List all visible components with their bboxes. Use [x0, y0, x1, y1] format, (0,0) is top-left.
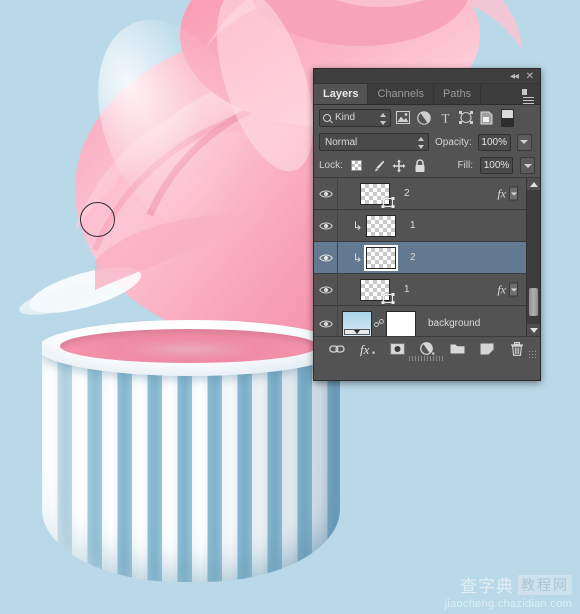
- layer-name: 2: [410, 252, 416, 263]
- tab-paths[interactable]: Paths: [434, 84, 482, 104]
- brush-cursor-icon: [80, 202, 115, 237]
- table-row[interactable]: 2 fx: [314, 178, 540, 210]
- adjustment-layer-filter-icon[interactable]: [415, 109, 433, 127]
- layer-styles-fx-icon[interactable]: fx: [359, 340, 376, 357]
- search-icon: [323, 113, 331, 122]
- layer-visibility-eye-icon[interactable]: [314, 242, 338, 273]
- chevron-updown-icon: [380, 112, 387, 125]
- layer-visibility-eye-icon[interactable]: [314, 306, 338, 336]
- watermark-chinese: 查字典: [460, 577, 514, 597]
- close-panel-icon[interactable]: ✕: [526, 70, 534, 83]
- collapse-panel-icon[interactable]: ◂◂: [510, 70, 519, 83]
- layer-effects-indicator[interactable]: fx: [497, 186, 518, 201]
- blend-mode-select[interactable]: Normal: [319, 133, 429, 151]
- fx-label: fx: [497, 282, 506, 296]
- gradient-slider-icon: [344, 328, 370, 335]
- table-row[interactable]: ☍ background: [314, 306, 540, 336]
- layer-mask-thumbnail[interactable]: [386, 310, 416, 336]
- layer-filter-bar: Kind T: [314, 105, 540, 130]
- clipping-mask-arrow-icon: ↳: [352, 218, 363, 233]
- opacity-label: Opacity:: [435, 136, 472, 148]
- svg-text:fx: fx: [360, 342, 370, 356]
- panel-resize-handle[interactable]: [409, 356, 445, 361]
- fill-input[interactable]: 100%: [480, 157, 513, 174]
- chevron-down-icon[interactable]: [509, 282, 518, 297]
- layer-name: 1: [410, 220, 416, 231]
- smart-object-filter-icon[interactable]: [478, 109, 496, 127]
- add-layer-mask-icon[interactable]: [389, 340, 406, 357]
- mask-link-icon[interactable]: ☍: [372, 317, 386, 330]
- filter-enable-toggle[interactable]: [501, 108, 514, 127]
- lock-bar: Lock: Fill: 100%: [314, 154, 540, 178]
- layer-thumbnail[interactable]: [364, 244, 398, 271]
- table-row[interactable]: 1 fx: [314, 274, 540, 306]
- lock-label: Lock:: [319, 160, 343, 171]
- table-row[interactable]: ↳ 2: [314, 242, 540, 274]
- vector-mask-badge-icon: [381, 292, 395, 304]
- layer-name: background: [428, 318, 481, 329]
- cup-rim-frosting: [60, 329, 318, 363]
- watermark: 查字典 教程网 jiaocheng.chazidian.com: [445, 572, 572, 610]
- tab-channels[interactable]: Channels: [368, 84, 434, 104]
- layers-panel: ◂◂ ✕ Layers Channels Paths Kind T Normal…: [313, 68, 541, 381]
- layers-list: 2 fx ↳ 1 ↳ 2 1 fx ☍ background: [314, 178, 540, 336]
- chevron-updown-icon: [418, 137, 425, 149]
- layer-name: 2: [404, 188, 410, 199]
- svg-text:T: T: [441, 111, 449, 124]
- filter-kind-label: Kind: [335, 112, 356, 123]
- lock-transparent-pixels-icon[interactable]: [350, 159, 364, 173]
- layer-thumbnail[interactable]: [360, 278, 395, 304]
- panel-bottom-toolbar: fx: [314, 336, 540, 361]
- blend-mode-bar: Normal Opacity: 100%: [314, 130, 540, 154]
- watermark-url: jiaocheng.chazidian.com: [444, 598, 572, 610]
- cup-rim: [42, 320, 340, 376]
- layer-visibility-eye-icon[interactable]: [314, 178, 338, 209]
- fx-label: fx: [497, 186, 506, 200]
- lock-image-pixels-brush-icon[interactable]: [371, 159, 385, 173]
- tab-layers[interactable]: Layers: [314, 84, 369, 104]
- panel-titlebar: ◂◂ ✕: [314, 69, 540, 84]
- layer-name: 1: [404, 284, 410, 295]
- new-group-folder-icon[interactable]: [449, 340, 466, 357]
- watermark-chinese-boxed: 教程网: [518, 574, 572, 595]
- link-layers-icon[interactable]: [329, 340, 346, 357]
- vector-mask-badge-icon: [381, 196, 395, 208]
- blend-mode-value: Normal: [325, 136, 358, 148]
- scrollbar-thumb[interactable]: [529, 288, 538, 316]
- new-adjustment-layer-icon[interactable]: [419, 340, 436, 357]
- layer-effects-indicator[interactable]: fx: [497, 282, 518, 297]
- panel-tab-bar: Layers Channels Paths: [314, 84, 540, 105]
- new-layer-icon[interactable]: [479, 340, 496, 357]
- shape-layer-filter-icon[interactable]: [457, 109, 475, 127]
- opacity-input[interactable]: 100%: [477, 133, 511, 151]
- scroll-down-arrow-icon[interactable]: [527, 324, 540, 336]
- type-layer-filter-icon[interactable]: T: [436, 109, 454, 127]
- pixel-layer-filter-icon[interactable]: [394, 109, 412, 127]
- table-row[interactable]: ↳ 1: [314, 210, 540, 242]
- panel-resize-grip-icon[interactable]: [528, 350, 536, 358]
- filter-kind-select[interactable]: Kind: [319, 108, 391, 127]
- screenshot-canvas: ◂◂ ✕ Layers Channels Paths Kind T Normal…: [0, 0, 580, 614]
- fill-slider-arrow-icon[interactable]: [520, 157, 535, 174]
- layer-thumbnail[interactable]: [360, 182, 395, 208]
- opacity-slider-arrow-icon[interactable]: [516, 133, 532, 151]
- lock-position-move-icon[interactable]: [392, 159, 406, 173]
- layers-scrollbar[interactable]: [526, 178, 540, 336]
- layer-thumbnail[interactable]: [366, 214, 396, 237]
- delete-layer-trash-icon[interactable]: [509, 340, 526, 357]
- clipping-mask-arrow-icon: ↳: [352, 250, 363, 265]
- chevron-down-icon[interactable]: [509, 186, 518, 201]
- layer-thumbnail-gradient[interactable]: [342, 310, 372, 336]
- layer-visibility-eye-icon[interactable]: [314, 210, 338, 241]
- layer-visibility-eye-icon[interactable]: [314, 274, 338, 305]
- scroll-up-arrow-icon[interactable]: [527, 178, 540, 190]
- panel-menu-icon[interactable]: [520, 88, 535, 104]
- cupcake-paper-cup: [42, 320, 340, 582]
- fill-label: Fill:: [457, 160, 473, 171]
- lock-all-icon[interactable]: [413, 158, 427, 173]
